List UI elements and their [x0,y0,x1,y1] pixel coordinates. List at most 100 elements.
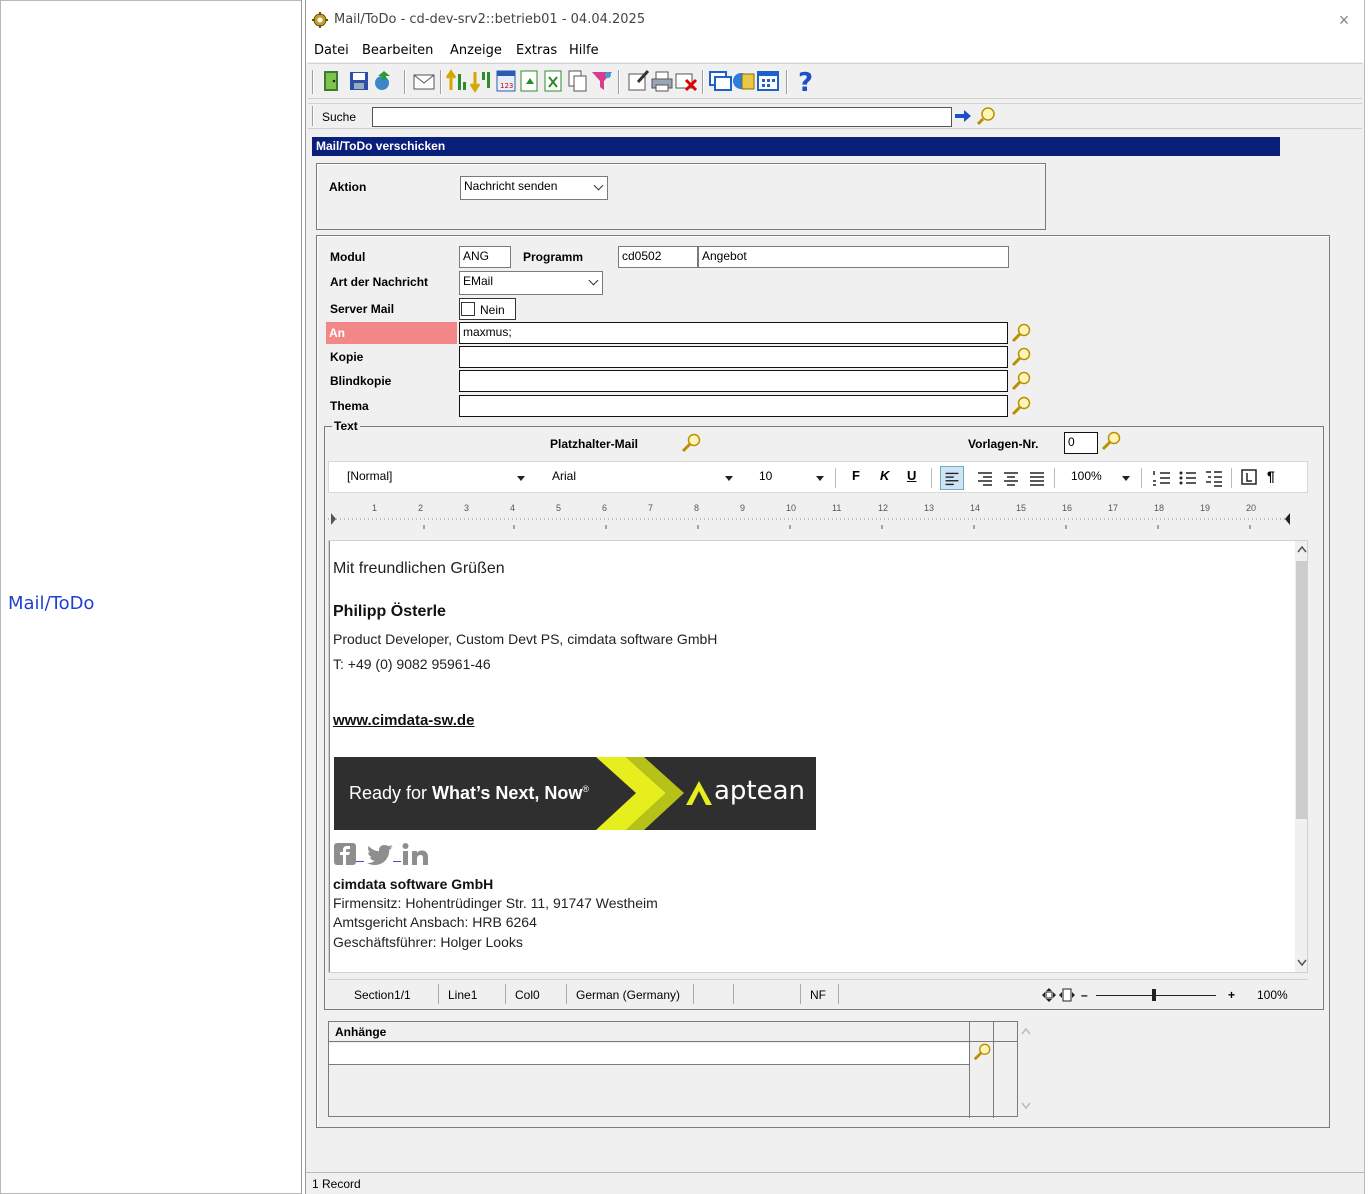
facebook-icon[interactable] [334,843,356,865]
thema-input[interactable] [459,395,1008,417]
chevron-down-icon[interactable] [1297,959,1307,967]
align-left-icon[interactable] [940,466,964,490]
company-address: Firmensitz: Hohentrüdinger Str. 11, 9174… [333,895,658,911]
server-mail-checkbox[interactable] [461,302,475,316]
an-input[interactable]: maxmus; [459,322,1008,344]
wiki-link-mail-todo[interactable]: Mail/ToDo [8,593,94,614]
ruler-mark: 11 [832,503,842,513]
chevron-down-icon[interactable] [1021,1102,1031,1110]
align-center-icon[interactable] [1000,467,1022,489]
chevron-down-icon[interactable] [725,476,733,481]
vorlagen-input[interactable]: 0 [1064,432,1098,454]
calendar-icon[interactable]: 123 [494,68,518,94]
kopie-input[interactable] [459,346,1008,368]
magnifier-icon[interactable] [680,432,702,454]
filter-icon[interactable] [590,68,614,94]
arrow-right-icon[interactable] [954,108,972,124]
delete-icon[interactable] [674,68,698,94]
search-input[interactable] [372,107,952,127]
zoom-combo[interactable]: 100% [1071,469,1102,483]
exit-icon[interactable] [320,68,344,94]
sort-desc-icon[interactable] [470,68,494,94]
save-icon[interactable] [348,68,372,94]
aktion-select[interactable]: Nachricht senden [460,176,608,200]
blindkopie-input[interactable] [459,370,1008,392]
chevron-up-icon[interactable] [1021,1027,1031,1035]
chevron-down-icon[interactable] [517,476,525,481]
magnifier-icon[interactable] [1010,370,1032,392]
website-link[interactable]: www.cimdata-sw.de [333,712,474,729]
art-select[interactable]: EMail [459,271,603,295]
align-right-icon[interactable] [974,467,996,489]
menu-bearbeiten[interactable]: Bearbeiten [362,43,433,58]
linkedin-icon[interactable] [402,843,432,865]
aktion-group: Aktion Nachricht senden [316,163,1046,230]
numbered-list-icon[interactable] [1151,467,1173,489]
company-ceo: Geschäftsführer: Holger Looks [333,934,523,950]
close-button[interactable]: × [1332,10,1356,32]
size-combo[interactable]: 10 [759,469,772,483]
font-combo[interactable]: Arial [552,469,576,483]
mail-icon[interactable] [412,68,436,94]
zoom-in-button[interactable]: + [1228,988,1235,1002]
page-view-icon[interactable] [1059,987,1075,1003]
window-icon[interactable] [708,68,732,94]
magnifier-icon[interactable] [1100,430,1122,452]
editor-scroll-thumb[interactable] [1296,561,1307,819]
magnifier-icon[interactable] [1010,346,1032,368]
section-header: Mail/ToDo verschicken [312,137,1280,156]
status-divider [566,984,567,1004]
edit-icon[interactable] [626,68,650,94]
aptean-banner[interactable]: Ready for What’s Next, Now® aptean [334,757,816,830]
icon-link-underline [356,861,364,862]
magnifier-icon[interactable] [1010,395,1032,417]
menu-extras[interactable]: Extras [516,43,557,58]
magnifier-icon[interactable] [972,1042,992,1062]
recycle-icon[interactable] [372,68,396,94]
zoom-slider-track[interactable] [1096,995,1216,996]
menu-hilfe[interactable]: Hilfe [569,43,599,58]
text-editor[interactable]: Mit freundlichen Grüßen Philipp Österle … [328,540,1308,973]
print-icon[interactable] [650,68,674,94]
magnifier-icon[interactable] [1010,322,1032,344]
menu-datei[interactable]: Datei [314,43,349,58]
attachments-row[interactable] [329,1043,969,1065]
help-icon[interactable]: ? [794,68,818,94]
aktion-value: Nachricht senden [464,179,558,193]
chevron-down-icon[interactable] [1122,476,1130,481]
programm-code-field[interactable]: cd0502 [618,246,698,268]
editor-scrollbar[interactable] [1295,541,1307,972]
table-icon[interactable] [756,68,780,94]
aktion-label: Aktion [329,180,367,194]
zoom-slider-thumb[interactable] [1152,989,1156,1001]
status-col: Col0 [515,988,540,1002]
window-status-bar: 1 Record [306,1172,1364,1194]
pilcrow-icon[interactable]: ¶ [1267,468,1275,484]
frame-icon[interactable] [1240,468,1258,486]
bullet-list-icon[interactable] [1177,467,1199,489]
chevron-down-icon[interactable] [816,476,824,481]
zoom-out-button[interactable]: – [1081,988,1088,1002]
style-combo[interactable]: [Normal] [347,469,392,483]
menu-anzeige[interactable]: Anzeige [450,43,502,58]
multilevel-list-icon[interactable] [1203,467,1225,489]
italic-button[interactable]: K [880,468,889,483]
sort-asc-icon[interactable] [446,68,470,94]
excel-icon[interactable] [542,68,566,94]
twitter-icon[interactable] [367,845,393,865]
modul-field[interactable]: ANG [459,246,511,268]
align-justify-icon[interactable] [1026,467,1048,489]
copy-icon[interactable] [566,68,590,94]
server-mail-toggle[interactable]: Nein [459,298,516,320]
status-section: Section1/1 [354,988,411,1002]
export-icon[interactable] [518,68,542,94]
format-separator [1141,468,1142,488]
chevron-up-icon[interactable] [1297,545,1307,553]
search-icon[interactable] [976,106,996,126]
underline-button[interactable]: U [907,468,916,483]
status-language: German (Germany) [576,988,681,1002]
art-value: EMail [463,274,494,288]
view-mode-icon[interactable] [1041,987,1057,1003]
bold-button[interactable]: F [852,468,860,483]
book-icon[interactable] [732,68,756,94]
